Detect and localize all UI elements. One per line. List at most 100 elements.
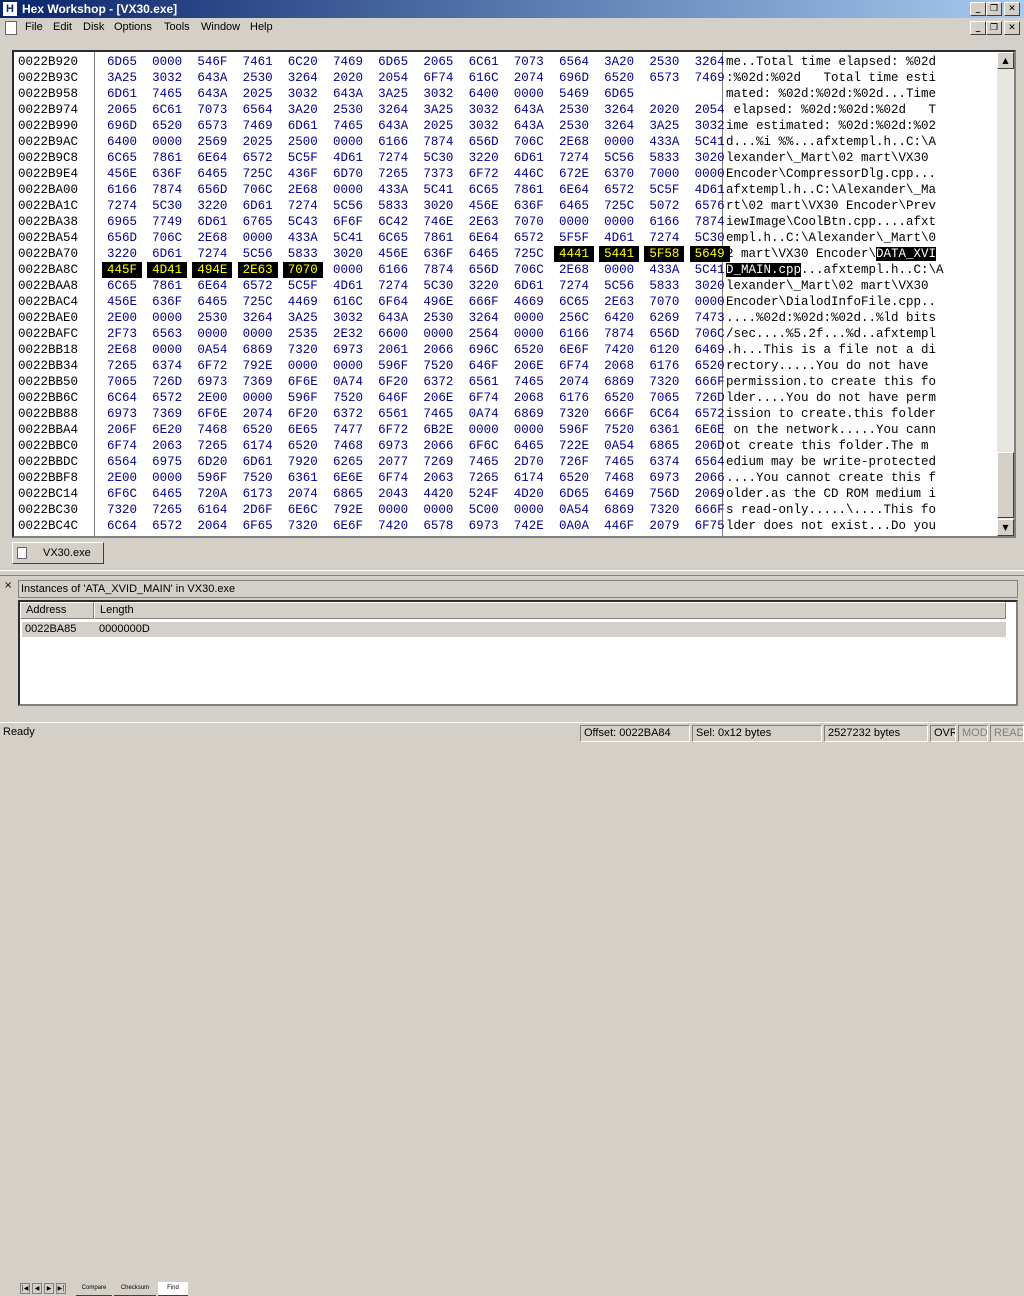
hex-word[interactable]: 6572: [238, 150, 278, 166]
hex-row[interactable]: 0022BAC4 456E 636F 6465 725C 4469 616C 6F64 496E…: [14, 294, 994, 310]
hex-row[interactable]: 0022BAFC 2F73 6563 0000 0000 2535 2E32 6600 0000…: [14, 326, 994, 342]
hex-word[interactable]: 616C: [328, 294, 368, 310]
hex-word[interactable]: 7874: [147, 182, 187, 198]
hex-word[interactable]: 5C41: [328, 230, 368, 246]
hex-word[interactable]: 2054: [690, 102, 730, 118]
hex-word[interactable]: 643A: [192, 86, 232, 102]
ascii-text[interactable]: Encoder\CompressorDlg.cpp...: [726, 166, 936, 182]
hex-word[interactable]: 2054: [373, 70, 413, 86]
hex-word[interactable]: 0000: [238, 326, 278, 342]
hex-word[interactable]: 496E: [418, 294, 458, 310]
hex-word[interactable]: 7265: [192, 438, 232, 454]
hex-word[interactable]: 6D20: [192, 454, 232, 470]
hex-word[interactable]: 6176: [554, 390, 594, 406]
hex-word[interactable]: 6600: [373, 326, 413, 342]
hex-word[interactable]: 433A: [644, 134, 684, 150]
ascii-text[interactable]: on the network.....You cann: [726, 422, 937, 438]
hex-word[interactable]: 7520: [328, 390, 368, 406]
hex-word[interactable]: 2E63: [464, 214, 504, 230]
hex-word[interactable]: 756D: [644, 486, 684, 502]
hex-word[interactable]: 792E: [238, 358, 278, 374]
hex-word[interactable]: 433A: [283, 230, 323, 246]
vertical-scrollbar[interactable]: ▲ ▼: [997, 52, 1014, 536]
hex-row[interactable]: 0022B958 6D61 7465 643A 2025 3032 643A 3A25 3032…: [14, 86, 994, 102]
hex-word[interactable]: 6572: [509, 230, 549, 246]
hex-word[interactable]: 5C41: [418, 182, 458, 198]
hex-word[interactable]: 643A: [328, 86, 368, 102]
hex-word[interactable]: 656D: [644, 326, 684, 342]
hex-word[interactable]: 643A: [373, 118, 413, 134]
hex-row[interactable]: 0022BBDC 6564 6975 6D20 6D61 7920 6265 2077 7269…: [14, 454, 994, 470]
hex-word[interactable]: 6973: [373, 438, 413, 454]
hex-word[interactable]: 4469: [283, 294, 323, 310]
hex-word[interactable]: 7265: [373, 166, 413, 182]
hex-word[interactable]: 5C30: [418, 150, 458, 166]
hex-word[interactable]: 7274: [644, 230, 684, 246]
hex-word[interactable]: 6E64: [464, 230, 504, 246]
ascii-text[interactable]: ission to create.this folder: [726, 406, 936, 422]
hex-row[interactable]: 0022BA8C 445F 4D41 494E 2E63 7070 0000 6166 7874…: [14, 262, 994, 278]
hex-word[interactable]: 6B2E: [418, 422, 458, 438]
hex-word[interactable]: 6573: [644, 70, 684, 86]
hex-row[interactable]: 0022BBA4 206F 6E20 7468 6520 6E65 7477 6F72 6B2E…: [14, 422, 994, 438]
hex-word[interactable]: 6572: [147, 390, 187, 406]
hex-word[interactable]: 3264: [599, 102, 639, 118]
hex-word[interactable]: 2043: [373, 486, 413, 502]
ascii-text[interactable]: empl.h..C:\Alexander\_Mart\0: [726, 230, 936, 246]
hex-word[interactable]: 7861: [418, 230, 458, 246]
hex-word[interactable]: 6361: [644, 422, 684, 438]
hex-word[interactable]: 6164: [192, 502, 232, 518]
hex-word[interactable]: 6174: [509, 470, 549, 486]
hex-word[interactable]: 5C00: [464, 502, 504, 518]
hex-word[interactable]: 7465: [328, 118, 368, 134]
hex-word[interactable]: 2065: [102, 102, 142, 118]
hex-word[interactable]: 6420: [599, 310, 639, 326]
hex-row[interactable]: 0022BC4C 6C64 6572 2064 6F65 7320 6E6F 7420 6578…: [14, 518, 994, 534]
maximize-button[interactable]: ❐: [986, 2, 1002, 16]
hex-word[interactable]: 5C41: [690, 262, 730, 278]
hex-word[interactable]: 5C43: [283, 214, 323, 230]
hex-word[interactable]: 6E65: [283, 422, 323, 438]
ascii-text[interactable]: ime estimated: %02d:%02d:%02: [726, 118, 936, 134]
hex-word[interactable]: 596F: [554, 422, 594, 438]
hex-word[interactable]: 0000: [690, 294, 730, 310]
ascii-text[interactable]: lexander\_Mart\02 mart\VX30: [726, 278, 936, 294]
hex-word[interactable]: 6E6E: [328, 470, 368, 486]
hex-word[interactable]: 6F72: [373, 422, 413, 438]
hex-word[interactable]: 5833: [644, 150, 684, 166]
hex-word[interactable]: 7073: [192, 102, 232, 118]
hex-word[interactable]: 6166: [102, 182, 142, 198]
tab-compare[interactable]: Compare: [76, 1282, 112, 1296]
hex-word[interactable]: 596F: [283, 390, 323, 406]
minimize-button[interactable]: _: [970, 2, 986, 16]
hex-word[interactable]: 2068: [599, 358, 639, 374]
hex-word[interactable]: 6F74: [418, 70, 458, 86]
hex-word[interactable]: 6469: [690, 342, 730, 358]
hex-word[interactable]: 7070: [644, 294, 684, 310]
hex-word[interactable]: 6561: [373, 406, 413, 422]
hex-word[interactable]: 6E20: [147, 422, 187, 438]
hex-word[interactable]: 0000: [418, 502, 458, 518]
ascii-text[interactable]: elapsed: %02d:%02d:%02d T: [726, 102, 937, 118]
hex-word[interactable]: 6F6C: [102, 486, 142, 502]
ascii-text[interactable]: .h...This is a file not a di: [726, 342, 936, 358]
hex-word[interactable]: 6973: [102, 406, 142, 422]
hex-word[interactable]: 2530: [644, 54, 684, 70]
menu-options[interactable]: Options: [114, 21, 152, 33]
hex-word[interactable]: 6C20: [283, 54, 323, 70]
hex-word[interactable]: 6F74: [464, 390, 504, 406]
hex-word[interactable]: 6765: [238, 214, 278, 230]
hex-row[interactable]: 0022B920 6D65 0000 546F 7461 6C20 7469 6D65 2065…: [14, 54, 994, 70]
hex-word[interactable]: 6465: [464, 246, 504, 262]
hex-word[interactable]: 2530: [554, 102, 594, 118]
hex-word[interactable]: 7874: [599, 326, 639, 342]
hex-word[interactable]: 725C: [509, 246, 549, 262]
hex-word[interactable]: 6578: [418, 518, 458, 534]
hex-word[interactable]: 6D61: [283, 118, 323, 134]
hex-word[interactable]: 7269: [418, 454, 458, 470]
hex-word[interactable]: 6520: [599, 390, 639, 406]
hex-word[interactable]: 0000: [147, 342, 187, 358]
hex-word[interactable]: 0000: [238, 390, 278, 406]
hex-word[interactable]: 726D: [147, 374, 187, 390]
hex-word[interactable]: 7465: [509, 374, 549, 390]
